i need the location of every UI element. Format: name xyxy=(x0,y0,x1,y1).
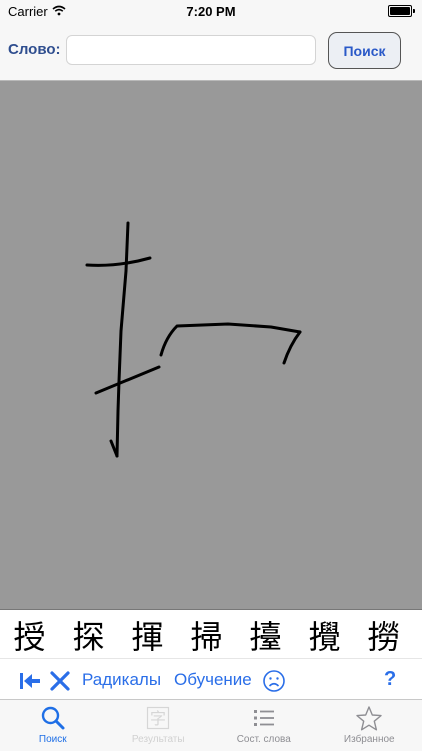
tab-bar: Поиск 字 Результаты Сост. слова xyxy=(0,699,422,751)
candidate-char[interactable]: 擡 xyxy=(236,612,295,658)
handwriting-strokes xyxy=(0,81,422,609)
list-icon xyxy=(252,707,276,729)
search-bar: Слово: Поиск xyxy=(0,22,422,81)
candidate-char[interactable]: 攪 xyxy=(295,612,354,658)
candidate-char[interactable]: 授 xyxy=(0,612,59,658)
tab-compound-words[interactable]: Сост. слова xyxy=(211,700,317,751)
handwriting-canvas[interactable] xyxy=(0,81,422,609)
back-stroke-icon xyxy=(18,670,42,692)
candidate-char[interactable]: 揮 xyxy=(118,612,177,658)
tab-label: Поиск xyxy=(0,734,106,745)
word-input[interactable] xyxy=(66,35,316,65)
tab-favorites[interactable]: Избранное xyxy=(317,700,422,751)
svg-text:字: 字 xyxy=(150,709,166,728)
tab-results[interactable]: 字 Результаты xyxy=(106,700,212,751)
character-icon: 字 xyxy=(146,706,170,730)
sad-face-icon xyxy=(262,669,286,693)
learning-button[interactable]: Обучение xyxy=(174,659,252,700)
search-icon xyxy=(40,705,66,731)
status-bar: Carrier 7:20 PM xyxy=(0,0,422,22)
tab-label: Сост. слова xyxy=(211,734,317,745)
battery-icon xyxy=(388,5,412,17)
undo-stroke-button[interactable] xyxy=(18,659,42,700)
tab-label: Избранное xyxy=(317,734,422,745)
search-button[interactable]: Поиск xyxy=(328,32,401,69)
sad-face-button[interactable] xyxy=(262,659,286,700)
tools-bar: Радикалы Обучение ? xyxy=(0,658,422,700)
tab-search[interactable]: Поиск xyxy=(0,700,106,751)
candidate-char[interactable]: 探 xyxy=(59,612,118,658)
help-button[interactable]: ? xyxy=(384,659,396,700)
candidate-char[interactable]: 撈 xyxy=(354,612,413,658)
clock: 7:20 PM xyxy=(0,4,422,19)
clear-button[interactable] xyxy=(49,659,71,700)
word-label: Слово: xyxy=(8,41,61,58)
close-icon xyxy=(49,670,71,692)
candidate-char[interactable]: 掃 xyxy=(177,612,236,658)
star-icon xyxy=(355,705,383,732)
candidate-bar: 授 探 揮 掃 擡 攪 撈 xyxy=(0,609,422,659)
tab-label: Результаты xyxy=(106,734,212,745)
radicals-button[interactable]: Радикалы xyxy=(82,659,161,700)
